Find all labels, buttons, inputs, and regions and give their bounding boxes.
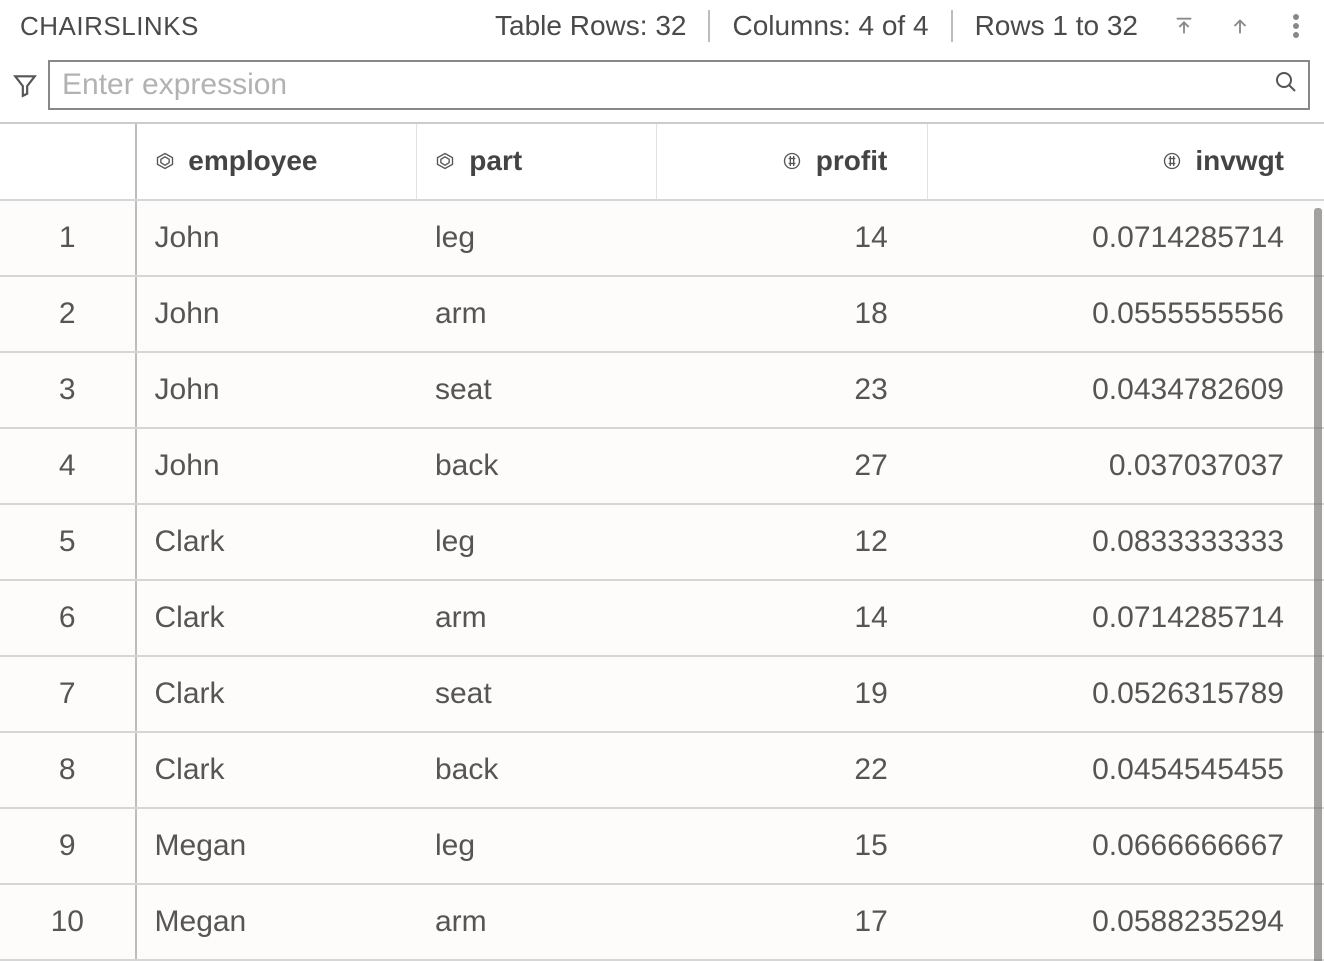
cell-invwgt: 0.0588235294 [928, 884, 1324, 960]
table-title: CHAIRSLINKS [20, 11, 199, 42]
column-label: part [469, 145, 522, 176]
cell-profit: 18 [657, 276, 928, 352]
cell-invwgt: 0.0526315789 [928, 656, 1324, 732]
column-header-part[interactable]: part [417, 124, 657, 200]
row-number-cell: 9 [0, 808, 136, 884]
cell-profit: 12 [657, 504, 928, 580]
cell-profit: 17 [657, 884, 928, 960]
search-icon[interactable] [1274, 68, 1298, 102]
cell-part: leg [417, 200, 657, 276]
char-type-icon [435, 146, 455, 178]
scroll-up-icon[interactable] [1222, 8, 1258, 44]
cell-employee: John [136, 428, 417, 504]
cell-invwgt: 0.0714285714 [928, 200, 1324, 276]
column-label: profit [816, 145, 888, 176]
cell-invwgt: 0.037037037 [928, 428, 1324, 504]
cell-invwgt: 0.0454545455 [928, 732, 1324, 808]
more-menu-icon[interactable] [1278, 8, 1314, 44]
column-label: employee [188, 145, 317, 176]
row-number-cell: 8 [0, 732, 136, 808]
table-row[interactable]: 6Clarkarm140.0714285714 [0, 580, 1324, 656]
cell-invwgt: 0.0434782609 [928, 352, 1324, 428]
cell-invwgt: 0.0666666667 [928, 808, 1324, 884]
row-number-cell: 10 [0, 884, 136, 960]
cell-profit: 27 [657, 428, 928, 504]
table-range-info: Rows 1 to 32 [953, 10, 1160, 42]
cell-employee: Clark [136, 504, 417, 580]
column-header-employee[interactable]: employee [136, 124, 417, 200]
cell-invwgt: 0.0555555556 [928, 276, 1324, 352]
cell-part: arm [417, 580, 657, 656]
cell-part: arm [417, 884, 657, 960]
filter-expression-input[interactable]: Enter expression [48, 60, 1310, 110]
cell-employee: Clark [136, 580, 417, 656]
table-columns-info: Columns: 4 of 4 [710, 10, 952, 42]
row-number-cell: 5 [0, 504, 136, 580]
cell-part: seat [417, 352, 657, 428]
cell-part: seat [417, 656, 657, 732]
cell-profit: 22 [657, 732, 928, 808]
filter-icon[interactable] [10, 70, 40, 100]
filter-placeholder: Enter expression [62, 68, 287, 102]
cell-profit: 15 [657, 808, 928, 884]
table-row[interactable]: 3Johnseat230.0434782609 [0, 352, 1324, 428]
table-row[interactable]: 5Clarkleg120.0833333333 [0, 504, 1324, 580]
cell-part: leg [417, 504, 657, 580]
table-header-bar: CHAIRSLINKS Table Rows: 32 Columns: 4 of… [0, 0, 1324, 52]
data-table: employee part profit [0, 122, 1324, 961]
table-row[interactable]: 10Meganarm170.0588235294 [0, 884, 1324, 960]
numeric-type-icon [1162, 146, 1182, 178]
cell-employee: Clark [136, 732, 417, 808]
cell-part: back [417, 428, 657, 504]
table-row[interactable]: 8Clarkback220.0454545455 [0, 732, 1324, 808]
cell-part: arm [417, 276, 657, 352]
cell-employee: Clark [136, 656, 417, 732]
row-number-cell: 4 [0, 428, 136, 504]
cell-part: leg [417, 808, 657, 884]
cell-employee: John [136, 276, 417, 352]
cell-invwgt: 0.0714285714 [928, 580, 1324, 656]
cell-employee: John [136, 352, 417, 428]
row-number-cell: 1 [0, 200, 136, 276]
table-row[interactable]: 4Johnback270.037037037 [0, 428, 1324, 504]
cell-invwgt: 0.0833333333 [928, 504, 1324, 580]
row-number-cell: 6 [0, 580, 136, 656]
cell-employee: John [136, 200, 417, 276]
row-number-cell: 2 [0, 276, 136, 352]
numeric-type-icon [782, 146, 802, 178]
column-label: invwgt [1195, 145, 1284, 176]
row-number-header [0, 124, 136, 200]
table-row[interactable]: 2Johnarm180.0555555556 [0, 276, 1324, 352]
cell-profit: 19 [657, 656, 928, 732]
cell-profit: 14 [657, 200, 928, 276]
scroll-to-top-icon[interactable] [1166, 8, 1202, 44]
cell-part: back [417, 732, 657, 808]
table-row[interactable]: 1Johnleg140.0714285714 [0, 200, 1324, 276]
char-type-icon [155, 146, 175, 178]
column-header-profit[interactable]: profit [657, 124, 928, 200]
table-row[interactable]: 7Clarkseat190.0526315789 [0, 656, 1324, 732]
table-row[interactable]: 9Meganleg150.0666666667 [0, 808, 1324, 884]
column-header-invwgt[interactable]: invwgt [928, 124, 1324, 200]
row-number-cell: 7 [0, 656, 136, 732]
column-header-row: employee part profit [0, 124, 1324, 200]
cell-employee: Megan [136, 808, 417, 884]
cell-profit: 23 [657, 352, 928, 428]
table-rows-info: Table Rows: 32 [473, 10, 710, 42]
scrollbar-track[interactable] [1314, 208, 1322, 961]
cell-employee: Megan [136, 884, 417, 960]
filter-row: Enter expression [0, 52, 1324, 122]
row-number-cell: 3 [0, 352, 136, 428]
cell-profit: 14 [657, 580, 928, 656]
